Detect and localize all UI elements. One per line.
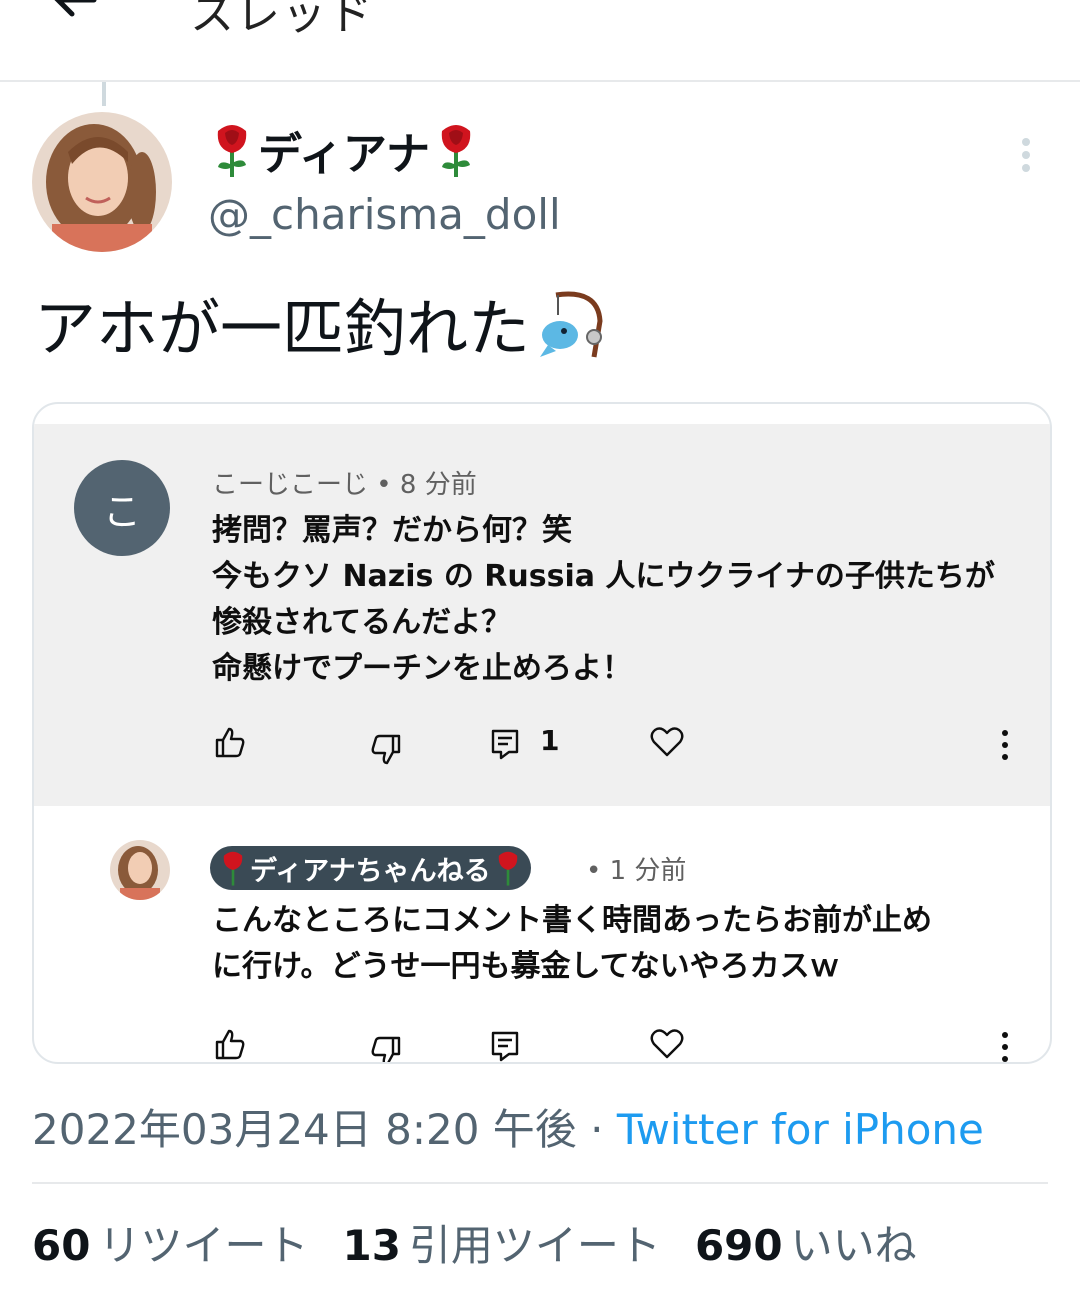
thumbs-up-icon[interactable] (214, 726, 246, 758)
comment-time: • 8 分前 (376, 470, 477, 500)
reply-icon[interactable] (490, 1030, 520, 1062)
comment-line: 今もクソ Nazis の Russia 人にウクライナの子供たちが (212, 559, 995, 594)
divider (32, 1182, 1048, 1184)
display-name[interactable]: ディアナ (212, 118, 476, 182)
reply-avatar (110, 840, 170, 900)
reply-body: こんなところにコメント書く時間あったらお前が止め に行け。どうせ一円も募金してな… (212, 898, 932, 990)
timestamp-text[interactable]: 2022年03月24日 8:20 午後 (32, 1105, 577, 1154)
reply-line: こんなところにコメント書く時間あったらお前が止め (212, 903, 932, 938)
page-title: スレッド (190, 0, 374, 40)
source-link[interactable]: Twitter for iPhone (617, 1105, 984, 1154)
comment-author: こーじこーじ (212, 470, 369, 500)
separator: · (576, 1105, 617, 1154)
tweet-text: アホが一匹釣れた (34, 278, 606, 368)
commenter-avatar: こ (74, 460, 170, 556)
rose-icon (223, 851, 243, 886)
user-handle[interactable]: @_charisma_doll (208, 190, 561, 239)
reply-author: ディアナちゃんねる (250, 855, 491, 887)
comment-line: 命懸けでプーチンを止めろよ！ (212, 651, 632, 686)
comment-body: 拷問？罵声？だから何？笑 今もクソ Nazis の Russia 人にウクライナ… (212, 508, 995, 692)
reply-actions (34, 1028, 1050, 1064)
thumbs-up-icon[interactable] (214, 1028, 246, 1060)
retweets-count: 60 (32, 1221, 91, 1270)
display-name-text: ディアナ (258, 129, 431, 180)
rose-icon (441, 125, 471, 177)
quotes-count: 13 (342, 1221, 401, 1270)
rose-icon (217, 125, 247, 177)
reply-time: • 1 分前 (586, 856, 687, 886)
thumbs-down-icon[interactable] (370, 1036, 402, 1064)
fishing-pole-icon (540, 291, 603, 358)
reply-line: に行け。どうせ一円も募金してないやろカスｗ (212, 949, 840, 984)
retweets-stat[interactable]: 60 リツイート (32, 1212, 308, 1273)
quotes-label: 引用ツイート (408, 1221, 661, 1270)
avatar[interactable] (32, 112, 172, 252)
likes-count: 690 (694, 1221, 783, 1270)
top-bar: スレッド (0, 0, 1080, 82)
thumbs-down-icon[interactable] (370, 734, 402, 766)
comment-actions: 1 (34, 724, 1050, 766)
likes-stat[interactable]: 690 いいね (695, 1212, 917, 1273)
reply-author-badge: ディアナちゃんねる (210, 846, 531, 890)
likes-label: いいね (790, 1221, 917, 1270)
embedded-image[interactable]: こ こーじこーじ • 8 分前 拷問？罵声？だから何？笑 今もクソ Nazis … (32, 402, 1052, 1064)
quotes-stat[interactable]: 13 引用ツイート (342, 1212, 660, 1273)
comment-line: 惨殺されてるんだよ？ (212, 605, 512, 640)
rose-icon (498, 851, 517, 886)
more-options-icon[interactable] (1018, 138, 1034, 172)
tweet-timestamp: 2022年03月24日 8:20 午後 · Twitter for iPhone (32, 1096, 984, 1157)
comment-more-icon[interactable] (1002, 730, 1008, 766)
heart-icon[interactable] (650, 726, 684, 758)
reply-count: 1 (540, 724, 560, 757)
back-arrow-icon[interactable] (50, 0, 100, 32)
thread-connector (102, 82, 106, 106)
tweet-stats: 60 リツイート 13 引用ツイート 690 いいね (32, 1212, 917, 1273)
reply-more-icon[interactable] (1002, 1032, 1008, 1062)
retweets-label: リツイート (98, 1221, 309, 1270)
comment-meta: こーじこーじ • 8 分前 (212, 464, 477, 501)
heart-icon[interactable] (650, 1028, 684, 1060)
reply-icon[interactable] (490, 728, 520, 760)
tweet-text-content: アホが一匹釣れた (34, 292, 531, 365)
comment-line: 拷問？罵声？だから何？笑 (212, 513, 572, 548)
